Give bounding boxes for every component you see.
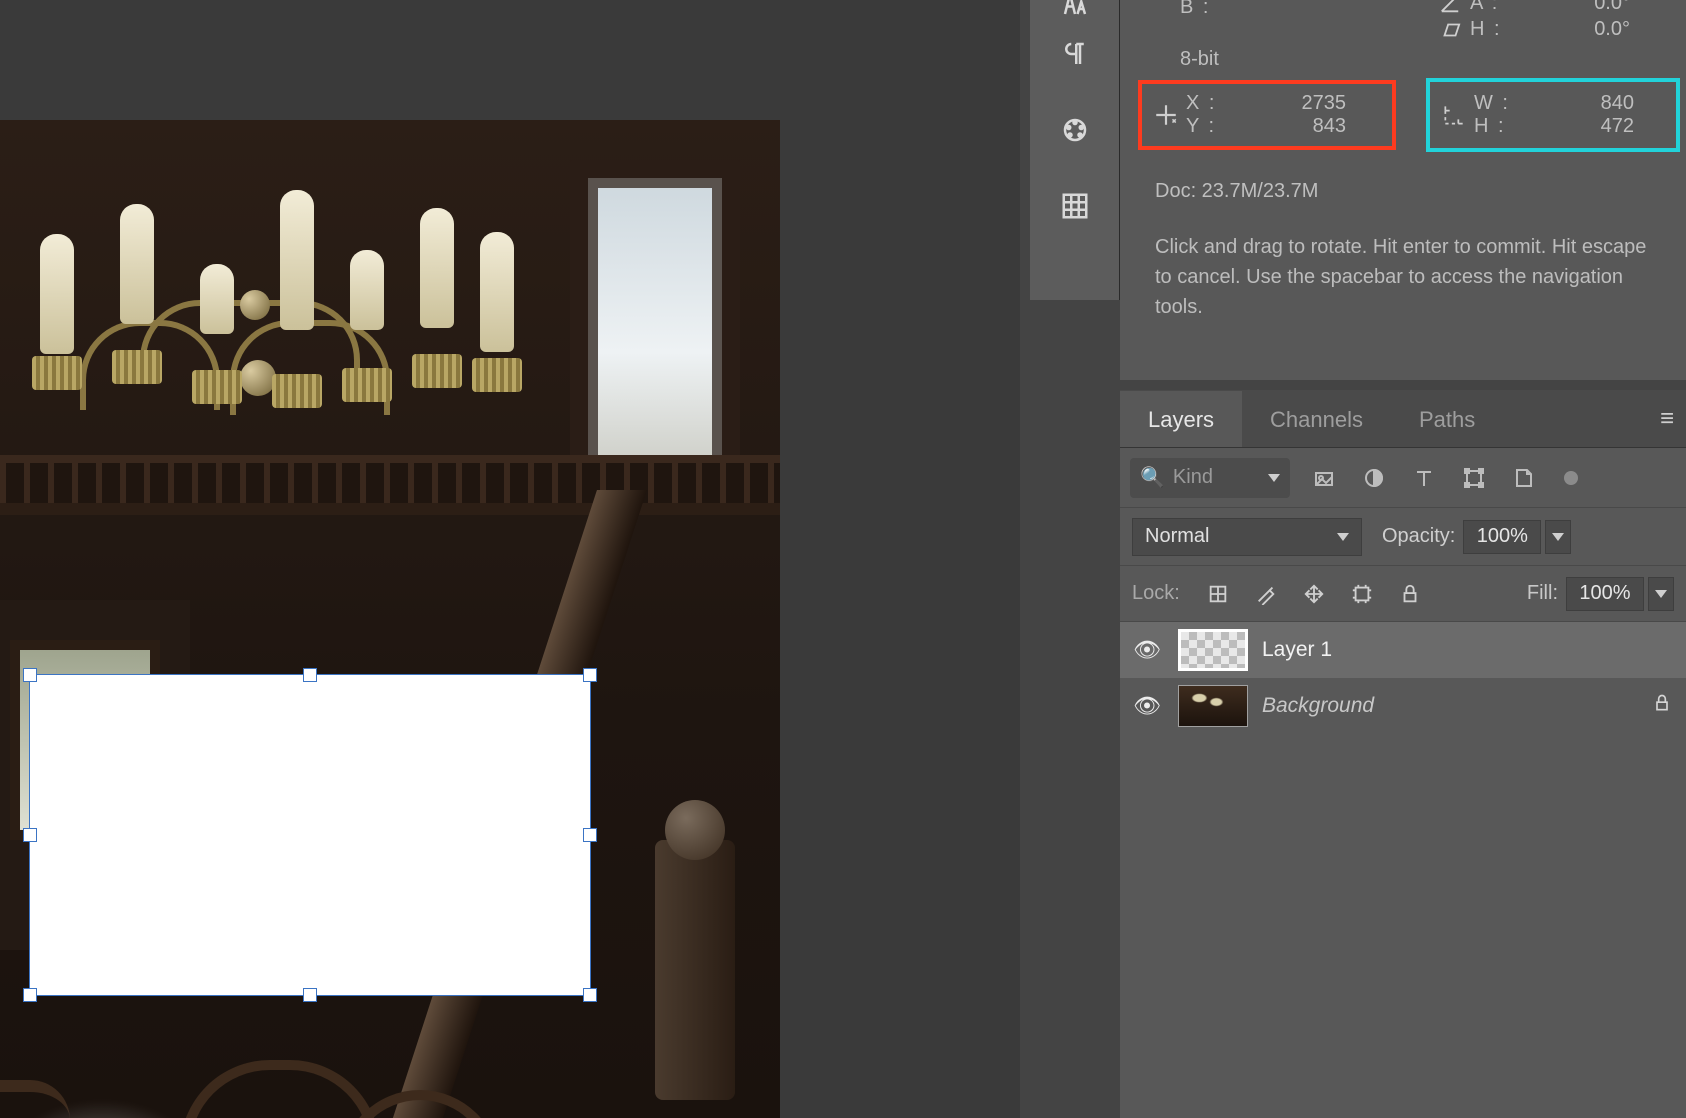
info-wh-row: W :840 H :472 bbox=[1434, 92, 1634, 138]
filter-smartobject-icon[interactable] bbox=[1508, 462, 1540, 494]
transform-bounding-box[interactable] bbox=[30, 675, 590, 995]
search-icon: 🔍 bbox=[1140, 465, 1165, 490]
lock-position-icon[interactable] bbox=[1300, 580, 1328, 608]
character-panel-icon[interactable] bbox=[1053, 0, 1097, 26]
info-xy-row: X :2735 Y :843 bbox=[1146, 92, 1346, 138]
lock-artboard-icon[interactable] bbox=[1348, 580, 1376, 608]
info-bitdepth: 8-bit bbox=[1180, 48, 1219, 71]
info-tool-hint: Click and drag to rotate. Hit enter to c… bbox=[1155, 232, 1655, 322]
filter-type-icon[interactable] bbox=[1408, 462, 1440, 494]
layer-name[interactable]: Background bbox=[1262, 694, 1648, 718]
fill-label: Fill: bbox=[1527, 582, 1558, 605]
info-b-row: B : bbox=[1180, 0, 1230, 19]
layer-list: 👁 Layer 1 👁 Background bbox=[1120, 622, 1686, 734]
info-b-label: B : bbox=[1180, 0, 1230, 19]
chevron-down-icon bbox=[1268, 474, 1280, 482]
info-x-label: X : bbox=[1186, 92, 1236, 115]
document-canvas[interactable] bbox=[0, 120, 780, 1118]
info-h-label: H : bbox=[1474, 115, 1524, 138]
artwork-chandelier bbox=[0, 170, 520, 500]
fill-dropdown-button[interactable] bbox=[1648, 577, 1674, 611]
blend-mode-row: Normal Opacity: 100% bbox=[1120, 508, 1686, 566]
visibility-toggle-icon[interactable]: 👁 bbox=[1130, 637, 1164, 663]
visibility-toggle-icon[interactable]: 👁 bbox=[1130, 693, 1164, 719]
info-bitdepth-value: 8-bit bbox=[1180, 48, 1219, 71]
layers-panel-tabs: Layers Channels Paths ≡ bbox=[1120, 390, 1686, 448]
layer-filter-kind-label: Kind bbox=[1173, 466, 1213, 489]
info-w-label: W : bbox=[1474, 92, 1524, 115]
artwork-window-right bbox=[570, 160, 740, 490]
collapsed-panel-dock bbox=[1030, 0, 1120, 300]
dimensions-icon bbox=[1434, 102, 1474, 128]
layer-thumbnail[interactable] bbox=[1178, 629, 1248, 671]
transform-handle-sw[interactable] bbox=[23, 988, 37, 1002]
layers-panel: Layers Channels Paths ≡ 🔍 Kind Normal Op… bbox=[1120, 390, 1686, 1118]
layer-name[interactable]: Layer 1 bbox=[1262, 638, 1648, 662]
lock-transparency-icon[interactable] bbox=[1204, 580, 1232, 608]
tab-channels[interactable]: Channels bbox=[1242, 391, 1391, 447]
layer-filter-kind-dropdown[interactable]: 🔍 Kind bbox=[1130, 458, 1290, 498]
filter-adjustment-icon[interactable] bbox=[1358, 462, 1390, 494]
layer-row[interactable]: 👁 Background bbox=[1120, 678, 1686, 734]
info-w-value: 840 bbox=[1524, 92, 1634, 115]
transform-handle-e[interactable] bbox=[583, 828, 597, 842]
lock-label: Lock: bbox=[1132, 582, 1180, 605]
filter-pixel-icon[interactable] bbox=[1308, 462, 1340, 494]
opacity-dropdown-button[interactable] bbox=[1545, 520, 1571, 554]
layer-filter-row: 🔍 Kind bbox=[1120, 448, 1686, 508]
paragraph-panel-icon[interactable] bbox=[1053, 32, 1097, 76]
info-angle-a-row: A : 0.0° bbox=[1430, 0, 1630, 15]
info-y-value: 843 bbox=[1236, 115, 1346, 138]
transform-handle-se[interactable] bbox=[583, 988, 597, 1002]
angle-icon bbox=[1430, 0, 1470, 15]
info-y-label: Y : bbox=[1186, 115, 1236, 138]
skew-icon bbox=[1430, 19, 1470, 41]
info-x-value: 2735 bbox=[1236, 92, 1346, 115]
info-doc-size: Doc: 23.7M/23.7M bbox=[1155, 180, 1318, 203]
info-panel: B : A : 0.0° H : 0.0° 8-bit X :2735 Y :8… bbox=[1120, 0, 1686, 380]
info-angle-a-value: 0.0° bbox=[1520, 0, 1630, 15]
blend-mode-value: Normal bbox=[1145, 525, 1209, 548]
chevron-down-icon bbox=[1337, 533, 1349, 541]
info-angle-h-label: H : bbox=[1470, 18, 1520, 41]
layer-row[interactable]: 👁 Layer 1 bbox=[1120, 622, 1686, 678]
grid-panel-icon[interactable] bbox=[1053, 184, 1097, 228]
chevron-down-icon bbox=[1655, 590, 1667, 598]
info-angle-h-value: 0.0° bbox=[1520, 18, 1630, 41]
lock-row: Lock: Fill: 100% bbox=[1120, 566, 1686, 622]
crosshair-icon bbox=[1146, 102, 1186, 128]
layer-thumbnail[interactable] bbox=[1178, 685, 1248, 727]
tab-paths[interactable]: Paths bbox=[1391, 391, 1503, 447]
transform-handle-w[interactable] bbox=[23, 828, 37, 842]
info-h-value: 472 bbox=[1524, 115, 1634, 138]
chevron-down-icon bbox=[1552, 533, 1564, 541]
opacity-label: Opacity: bbox=[1382, 525, 1455, 548]
transform-handle-n[interactable] bbox=[303, 668, 317, 682]
opacity-value[interactable]: 100% bbox=[1463, 520, 1541, 554]
filter-toggle-icon[interactable] bbox=[1564, 471, 1578, 485]
info-angle-a-label: A : bbox=[1470, 0, 1520, 15]
canvas-area bbox=[0, 0, 1020, 1118]
layer-lock-icon[interactable] bbox=[1648, 693, 1676, 719]
artwork-smoke bbox=[30, 1100, 210, 1118]
blend-mode-dropdown[interactable]: Normal bbox=[1132, 518, 1362, 556]
transform-handle-ne[interactable] bbox=[583, 668, 597, 682]
lock-all-icon[interactable] bbox=[1396, 580, 1424, 608]
filter-shape-icon[interactable] bbox=[1458, 462, 1490, 494]
fill-value[interactable]: 100% bbox=[1566, 577, 1644, 611]
transform-handle-s[interactable] bbox=[303, 988, 317, 1002]
lock-pixels-icon[interactable] bbox=[1252, 580, 1280, 608]
artwork-newel-post bbox=[655, 840, 735, 1100]
tab-layers[interactable]: Layers bbox=[1120, 391, 1242, 447]
info-angle-h-row: H : 0.0° bbox=[1430, 18, 1630, 41]
panel-menu-icon[interactable]: ≡ bbox=[1660, 405, 1676, 433]
transform-handle-nw[interactable] bbox=[23, 668, 37, 682]
swatches-panel-icon[interactable] bbox=[1053, 108, 1097, 152]
